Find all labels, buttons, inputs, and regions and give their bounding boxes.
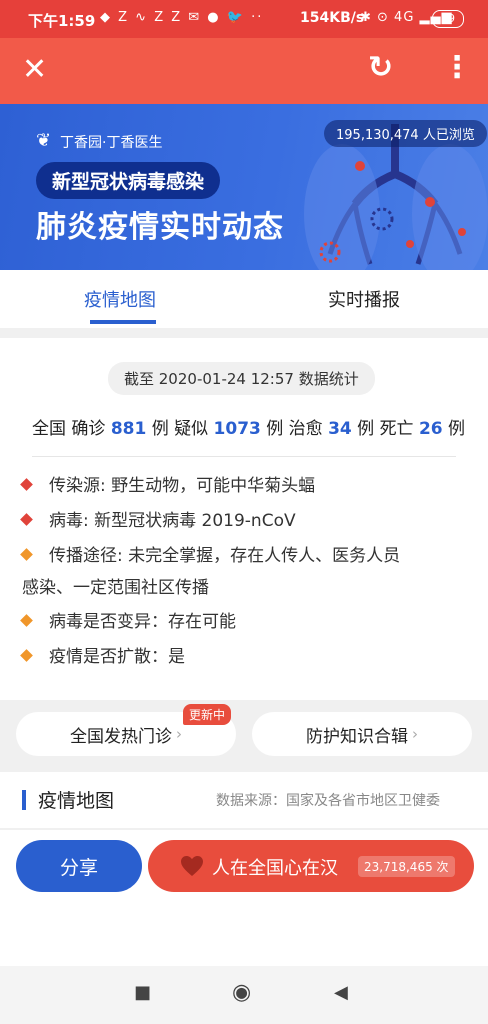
info-item: 疫情是否扩散：是 xyxy=(20,641,185,673)
back-icon[interactable]: ◀ xyxy=(334,982,348,1003)
cured-label: 治愈 xyxy=(288,419,323,439)
map-section-title: 疫情地图 xyxy=(38,790,115,812)
tab-live-report[interactable]: 实时播报 xyxy=(328,286,400,312)
section-accent-bar xyxy=(22,790,26,810)
battery-icon: 59 xyxy=(432,10,464,28)
status-time: 下午1:59 xyxy=(28,12,96,30)
suspected-count: 1073 xyxy=(213,419,261,439)
data-source: 数据来源：国家及各省市地区卫健委 xyxy=(216,793,440,809)
tab-active-indicator xyxy=(90,320,156,324)
chevron-right-icon: › xyxy=(176,725,182,743)
close-icon[interactable]: ✕ xyxy=(22,52,47,87)
title-bar: ✕ ↻ ⋮ xyxy=(0,38,488,104)
bullet-diamond-icon xyxy=(20,548,33,561)
brand-name: 丁香园·丁香医生 xyxy=(60,135,163,151)
tab-bar: 疫情地图 实时播报 xyxy=(0,270,488,328)
map-section-header: 疫情地图 数据来源：国家及各省市地区卫健委 xyxy=(0,772,488,828)
divider xyxy=(32,456,456,457)
summary-card: 截至 2020-01-24 12:57 数据统计 全国 确诊 881 例 疑似 … xyxy=(0,338,488,700)
notification-icons: ◆ Z ∿ Z Z ✉ ● 🐦 ·· xyxy=(100,10,264,25)
dead-count: 26 xyxy=(418,419,443,439)
cured-unit: 例 xyxy=(357,419,375,439)
tab-epidemic-map[interactable]: 疫情地图 xyxy=(84,286,156,312)
info-item: 病毒: 新型冠状病毒 2019-nCoV xyxy=(20,505,296,537)
view-count: 195,130,474 人已浏览 xyxy=(324,120,487,147)
suspected-unit: 例 xyxy=(266,419,284,439)
cured-count: 34 xyxy=(328,419,352,439)
national-stats: 全国 确诊 881 例 疑似 1073 例 治愈 34 例 死亡 26 例 xyxy=(32,414,465,439)
info-item: 传播途径: 未完全掌握，存在人传人、医务人员 xyxy=(20,540,400,572)
fever-clinic-label: 全国发热门诊 xyxy=(70,726,172,747)
confirmed-unit: 例 xyxy=(151,419,169,439)
suspected-label: 疑似 xyxy=(174,419,209,439)
protection-knowledge-button[interactable]: 防护知识合辑 › xyxy=(252,712,472,756)
chevron-right-icon: › xyxy=(412,725,418,743)
brand-logo-icon: ❦ xyxy=(36,130,52,151)
info-item: 病毒是否变异：存在可能 xyxy=(20,606,236,638)
updating-badge: 更新中 xyxy=(183,704,232,725)
bullet-diamond-icon xyxy=(20,614,33,627)
bullet-diamond-icon xyxy=(20,478,33,491)
support-count: 23,718,465 次 xyxy=(358,856,455,877)
system-nav-bar: ■ ◉ ◀ xyxy=(0,966,488,1024)
confirmed-count: 881 xyxy=(110,419,147,439)
blank-area xyxy=(0,902,488,966)
status-bar: 下午1:59 ◆ Z ∿ Z Z ✉ ● 🐦 ·· 154KB/s ✱ ⊙ 4G… xyxy=(0,0,488,38)
bullet-diamond-icon xyxy=(20,513,33,526)
date-line: 截至 2020-01-24 12:57 数据统计 xyxy=(108,362,375,395)
banner-pill: 新型冠状病毒感染 xyxy=(36,162,221,199)
quick-links: 全国发热门诊 › 更新中 防护知识合辑 › xyxy=(0,700,488,766)
network-speed: 154KB/s xyxy=(300,10,365,26)
stats-prefix: 全国 xyxy=(32,419,66,439)
support-wuhan-button[interactable]: 人在全国心在汉 23,718,465 次 xyxy=(148,840,474,892)
banner: ❦ 丁香园·丁香医生 新型冠状病毒感染 肺炎疫情实时动态 195,130,474… xyxy=(0,104,488,270)
heart-icon xyxy=(181,856,203,876)
recent-apps-icon[interactable]: ■ xyxy=(134,982,151,1003)
protection-knowledge-label: 防护知识合辑 xyxy=(306,726,408,747)
support-text: 人在全国心在汉 xyxy=(212,858,338,879)
banner-headline: 肺炎疫情实时动态 xyxy=(36,210,284,245)
action-bar: 分享 人在全国心在汉 23,718,465 次 xyxy=(0,830,488,902)
dead-unit: 例 xyxy=(448,419,466,439)
info-item: 传染源: 野生动物，可能中华菊头蝠 xyxy=(20,470,315,502)
share-button[interactable]: 分享 xyxy=(16,840,142,892)
confirmed-label: 确诊 xyxy=(71,419,106,439)
more-menu-icon[interactable]: ⋮ xyxy=(442,50,472,85)
home-icon[interactable]: ◉ xyxy=(232,980,251,1005)
dead-label: 死亡 xyxy=(379,419,414,439)
bullet-diamond-icon xyxy=(20,649,33,662)
info-item-continuation: 感染、一定范围社区传播 xyxy=(22,578,209,598)
refresh-icon[interactable]: ↻ xyxy=(368,50,393,85)
